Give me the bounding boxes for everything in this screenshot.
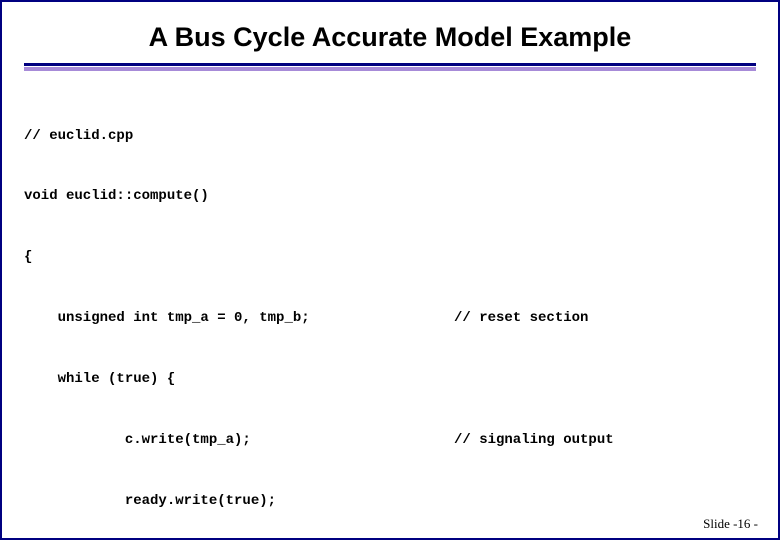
slide-title: A Bus Cycle Accurate Model Example — [24, 22, 756, 53]
code-left: while (true) { — [24, 369, 454, 389]
code-left: { — [24, 247, 454, 267]
code-left: unsigned int tmp_a = 0, tmp_b; — [24, 308, 454, 328]
code-comment — [454, 186, 756, 206]
code-line: void euclid::compute() — [24, 186, 756, 206]
slide-number: Slide -16 - — [703, 516, 758, 532]
code-comment — [454, 491, 756, 511]
code-line: while (true) { — [24, 369, 756, 389]
slide-frame: A Bus Cycle Accurate Model Example // eu… — [0, 0, 780, 540]
divider-line-top — [24, 63, 756, 66]
code-left: void euclid::compute() — [24, 186, 454, 206]
code-line: // euclid.cpp — [24, 126, 756, 146]
code-comment — [454, 247, 756, 267]
code-block: // euclid.cpp void euclid::compute() { u… — [24, 85, 756, 540]
code-comment — [454, 369, 756, 389]
code-left: // euclid.cpp — [24, 126, 454, 146]
divider-line-bottom — [24, 67, 756, 71]
code-comment: // reset section — [454, 308, 756, 328]
code-line: { — [24, 247, 756, 267]
code-line: unsigned int tmp_a = 0, tmp_b;// reset s… — [24, 308, 756, 328]
divider — [24, 63, 756, 71]
code-left: c.write(tmp_a); — [24, 430, 454, 450]
code-line: ready.write(true); — [24, 491, 756, 511]
code-left: ready.write(true); — [24, 491, 454, 511]
code-comment — [454, 126, 756, 146]
code-line: c.write(tmp_a);// signaling output — [24, 430, 756, 450]
code-comment: // signaling output — [454, 430, 756, 450]
